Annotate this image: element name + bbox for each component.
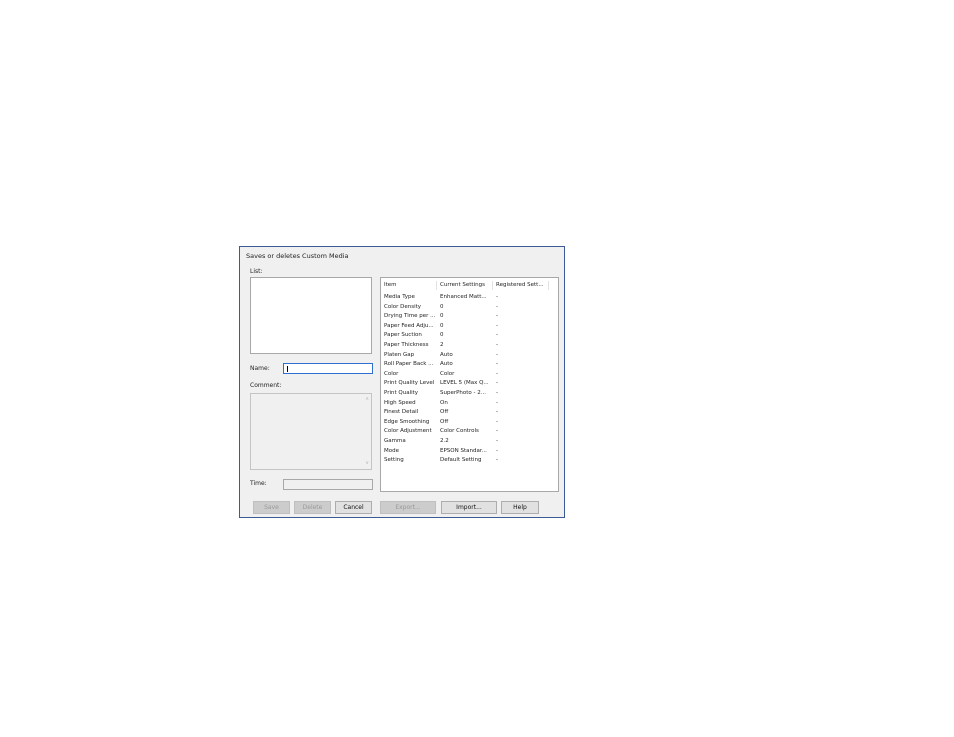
row-registered-setting-cell: - bbox=[496, 322, 498, 329]
table-row[interactable]: Color Color - bbox=[381, 370, 558, 380]
table-row[interactable]: Mode EPSON Standar... - bbox=[381, 447, 558, 457]
row-item-cell: Roll Paper Back ... bbox=[384, 361, 434, 368]
row-registered-setting-cell: - bbox=[496, 332, 498, 339]
column-header-current-settings[interactable]: Current Settings bbox=[437, 281, 493, 290]
row-item-cell: Gamma bbox=[384, 437, 406, 444]
row-current-setting-cell: Default Setting bbox=[440, 457, 482, 464]
row-registered-setting-cell: - bbox=[496, 370, 498, 377]
column-header-registered-settings[interactable]: Registered Sett... bbox=[493, 281, 549, 290]
row-item-cell: Paper Thickness bbox=[384, 341, 429, 348]
row-registered-setting-cell: - bbox=[496, 389, 498, 396]
row-current-setting-cell: Enhanced Matt... bbox=[440, 294, 487, 300]
row-current-setting-cell: On bbox=[440, 399, 448, 406]
row-item-cell: High Speed bbox=[384, 399, 416, 406]
row-registered-setting-cell: - bbox=[496, 437, 498, 444]
row-current-setting-cell: 2 bbox=[440, 341, 444, 348]
settings-list-view[interactable]: Item Current Settings Registered Sett...… bbox=[380, 277, 559, 492]
row-registered-setting-cell: - bbox=[496, 428, 498, 435]
table-row[interactable]: Print Quality Level LEVEL 5 (Max Q... - bbox=[381, 379, 558, 389]
help-button[interactable]: Help bbox=[501, 501, 539, 514]
row-item-cell: Setting bbox=[384, 457, 404, 464]
row-current-setting-cell: SuperPhoto - 2... bbox=[440, 389, 487, 396]
row-item-cell: Finest Detail bbox=[384, 409, 419, 416]
table-row[interactable]: Roll Paper Back ... Auto - bbox=[381, 360, 558, 370]
row-item-cell: Media Type bbox=[384, 294, 415, 300]
column-header-item[interactable]: Item bbox=[381, 281, 437, 290]
row-registered-setting-cell: - bbox=[496, 447, 498, 454]
table-row[interactable]: Gamma 2.2 - bbox=[381, 437, 558, 447]
table-row[interactable]: Paper Suction 0 - bbox=[381, 331, 558, 341]
name-input[interactable] bbox=[283, 363, 373, 374]
row-current-setting-cell: LEVEL 5 (Max Q... bbox=[440, 380, 489, 387]
list-label: List: bbox=[250, 268, 263, 275]
row-current-setting-cell: Auto bbox=[440, 351, 453, 358]
row-current-setting-cell: Color Controls bbox=[440, 428, 479, 435]
row-item-cell: Print Quality Level bbox=[384, 380, 435, 387]
import-button[interactable]: Import... bbox=[441, 501, 497, 514]
dialog-title: Saves or deletes Custom Media bbox=[246, 252, 349, 260]
row-item-cell: Color Density bbox=[384, 303, 422, 310]
time-field bbox=[283, 479, 373, 490]
name-label: Name: bbox=[250, 365, 270, 372]
scroll-up-arrow-icon[interactable]: ∧ bbox=[365, 397, 369, 402]
row-registered-setting-cell: - bbox=[496, 409, 498, 416]
row-item-cell: Platen Gap bbox=[384, 351, 415, 358]
row-item-cell: Edge Smoothing bbox=[384, 418, 430, 425]
custom-media-dialog: Saves or deletes Custom Media List: Name… bbox=[239, 246, 565, 518]
row-item-cell: Drying Time per ... bbox=[384, 313, 436, 320]
comment-label: Comment: bbox=[250, 382, 282, 389]
table-row[interactable]: Drying Time per ... 0 - bbox=[381, 312, 558, 322]
custom-media-list[interactable] bbox=[250, 277, 372, 354]
row-current-setting-cell: Off bbox=[440, 409, 449, 416]
row-registered-setting-cell: - bbox=[496, 303, 498, 310]
table-row[interactable]: Platen Gap Auto - bbox=[381, 351, 558, 361]
cancel-button[interactable]: Cancel bbox=[335, 501, 372, 514]
row-item-cell: Color Adjustment bbox=[384, 428, 432, 435]
row-current-setting-cell: Color bbox=[440, 370, 455, 377]
row-registered-setting-cell: - bbox=[496, 351, 498, 358]
row-current-setting-cell: 2.2 bbox=[440, 437, 449, 444]
row-item-cell: Print Quality bbox=[384, 389, 419, 396]
table-row[interactable]: Paper Feed Adju... 0 - bbox=[381, 322, 558, 332]
scroll-down-arrow-icon[interactable]: ∨ bbox=[365, 461, 369, 466]
table-row[interactable]: Finest Detail Off - bbox=[381, 408, 558, 418]
text-caret bbox=[287, 365, 288, 372]
row-registered-setting-cell: - bbox=[496, 399, 498, 406]
row-registered-setting-cell: - bbox=[496, 361, 498, 368]
row-item-cell: Paper Feed Adju... bbox=[384, 322, 434, 329]
table-row[interactable]: Edge Smoothing Off - bbox=[381, 418, 558, 428]
row-registered-setting-cell: - bbox=[496, 418, 498, 425]
table-row[interactable]: Color Adjustment Color Controls - bbox=[381, 427, 558, 437]
row-current-setting-cell: 0 bbox=[440, 322, 444, 329]
delete-button[interactable]: Delete bbox=[294, 501, 331, 514]
row-current-setting-cell: 0 bbox=[440, 313, 444, 320]
row-current-setting-cell: Off bbox=[440, 418, 449, 425]
table-row[interactable]: Print Quality SuperPhoto - 2... - bbox=[381, 389, 558, 399]
table-row[interactable]: Paper Thickness 2 - bbox=[381, 341, 558, 351]
time-label: Time: bbox=[250, 480, 267, 487]
table-row[interactable]: Setting Default Setting - bbox=[381, 456, 558, 466]
settings-rows: Media Type Enhanced Matt... - Color Density… bbox=[381, 293, 558, 466]
table-row[interactable]: Media Type Enhanced Matt... - bbox=[381, 293, 558, 303]
save-button[interactable]: Save bbox=[253, 501, 290, 514]
table-row[interactable]: Color Density 0 - bbox=[381, 303, 558, 313]
row-item-cell: Color bbox=[384, 370, 399, 377]
row-registered-setting-cell: - bbox=[496, 313, 498, 320]
row-current-setting-cell: EPSON Standar... bbox=[440, 447, 487, 454]
row-registered-setting-cell: - bbox=[496, 380, 498, 387]
comment-textarea[interactable]: ∧ ∨ bbox=[250, 393, 372, 470]
row-current-setting-cell: 0 bbox=[440, 303, 444, 310]
export-button[interactable]: Export... bbox=[380, 501, 436, 514]
row-item-cell: Paper Suction bbox=[384, 332, 422, 339]
row-current-setting-cell: 0 bbox=[440, 332, 444, 339]
row-registered-setting-cell: - bbox=[496, 294, 498, 300]
row-registered-setting-cell: - bbox=[496, 457, 498, 464]
row-current-setting-cell: Auto bbox=[440, 361, 453, 368]
table-row[interactable]: High Speed On - bbox=[381, 399, 558, 409]
row-item-cell: Mode bbox=[384, 447, 399, 454]
row-registered-setting-cell: - bbox=[496, 341, 498, 348]
